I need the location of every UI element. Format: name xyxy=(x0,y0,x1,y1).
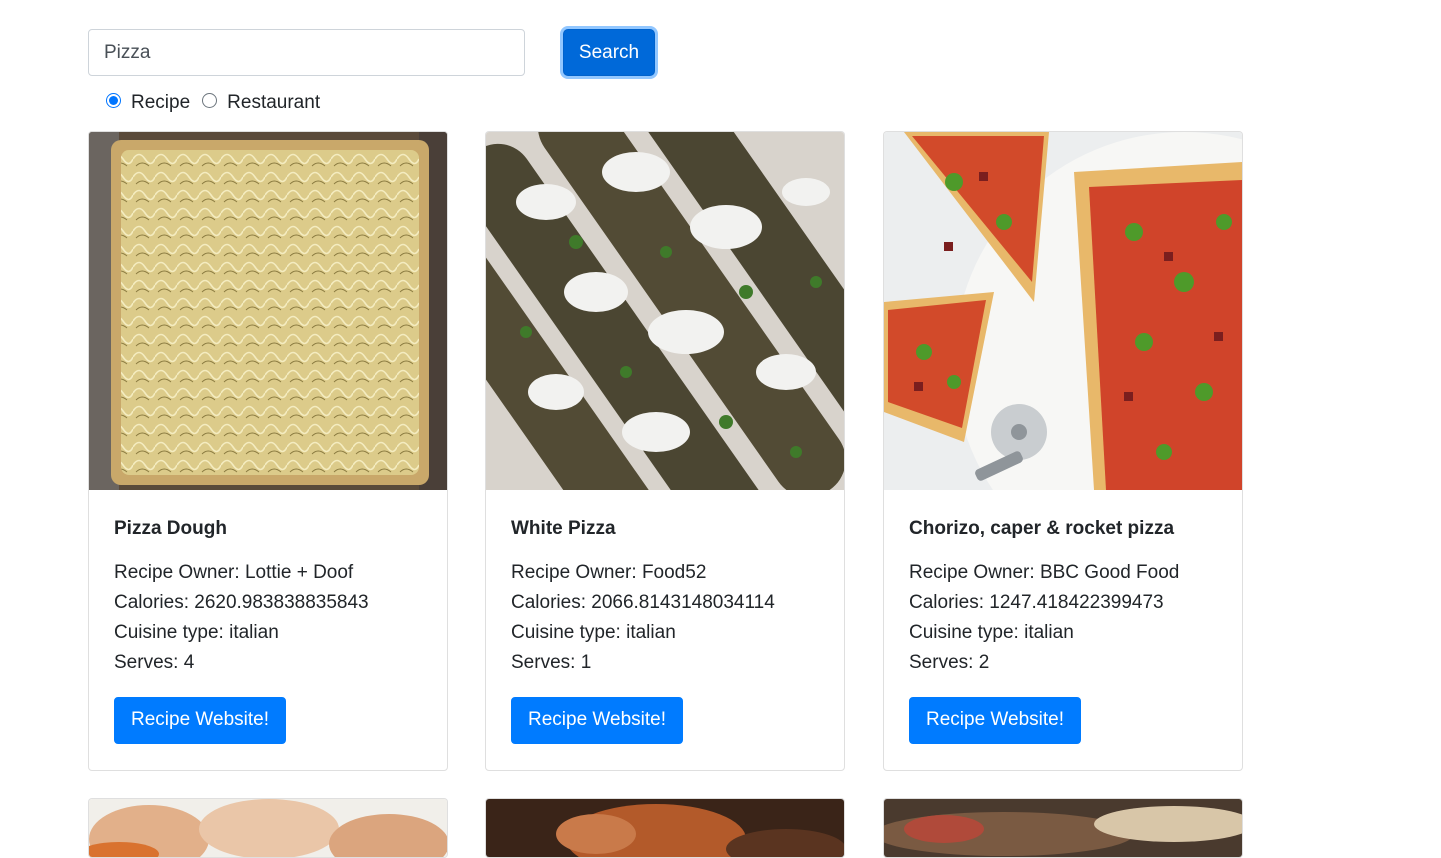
recipe-image xyxy=(884,799,1242,857)
recipe-website-button[interactable]: Recipe Website! xyxy=(909,696,1081,744)
recipe-cuisine: Cuisine type: italian xyxy=(511,621,676,643)
recipe-card: Chorizo, caper & rocket pizza Recipe Own… xyxy=(883,131,1243,771)
recipe-website-button[interactable]: Recipe Website! xyxy=(511,696,683,744)
radio-recipe-button[interactable] xyxy=(106,92,121,108)
search-input[interactable] xyxy=(88,29,525,76)
radio-recipe-label: Recipe xyxy=(131,92,191,113)
recipe-calories: Calories: 2066.8143148034114 xyxy=(511,591,775,613)
recipe-serves: Serves: 1 xyxy=(511,651,592,673)
radio-restaurant-label: Restaurant xyxy=(227,92,321,113)
recipe-calories: Calories: 1247.418422399473 xyxy=(909,591,1164,613)
recipe-owner: Recipe Owner: Lottie + Doof xyxy=(114,561,354,583)
recipe-image-chorizo-pizza xyxy=(884,132,1242,490)
recipe-serves: Serves: 2 xyxy=(909,651,990,673)
radio-recipe[interactable]: Recipe xyxy=(106,92,190,114)
recipe-card: White Pizza Recipe Owner: Food52 Calorie… xyxy=(485,131,845,771)
recipe-title: Pizza Dough xyxy=(114,518,227,539)
recipe-image-white-pizza xyxy=(486,132,844,490)
recipe-cuisine: Cuisine type: italian xyxy=(909,621,1074,643)
recipe-image xyxy=(486,799,844,857)
search-type-radio-group: Recipe Restaurant xyxy=(106,92,320,114)
recipe-card xyxy=(88,798,448,858)
recipe-image xyxy=(89,799,447,857)
recipe-card: Pizza Dough Recipe Owner: Lottie + Doof … xyxy=(88,131,448,771)
recipe-card xyxy=(485,798,845,858)
recipe-calories: Calories: 2620.983838835843 xyxy=(114,591,369,613)
recipe-title: Chorizo, caper & rocket pizza xyxy=(909,518,1175,539)
recipe-cuisine: Cuisine type: italian xyxy=(114,621,279,643)
radio-restaurant-button[interactable] xyxy=(202,92,218,108)
recipe-owner: Recipe Owner: BBC Good Food xyxy=(909,561,1180,583)
recipe-title: White Pizza xyxy=(511,518,616,539)
recipe-serves: Serves: 4 xyxy=(114,651,195,673)
recipe-image-pizza-dough xyxy=(89,132,447,490)
recipe-website-button[interactable]: Recipe Website! xyxy=(114,696,286,744)
radio-restaurant[interactable]: Restaurant xyxy=(202,92,320,114)
recipe-card xyxy=(883,798,1243,858)
search-button[interactable]: Search xyxy=(563,29,655,76)
recipe-owner: Recipe Owner: Food52 xyxy=(511,561,707,583)
